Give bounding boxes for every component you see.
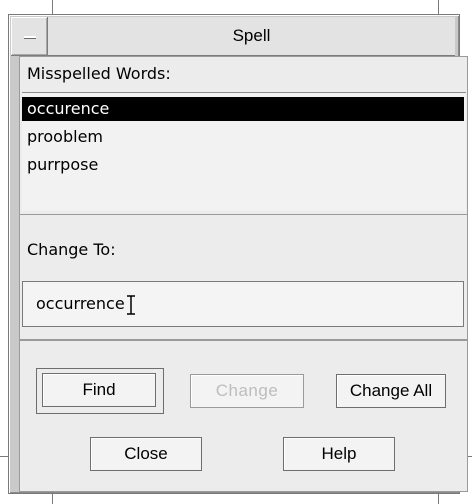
window-menu-button[interactable] (11, 17, 48, 55)
list-item[interactable]: prooblem (22, 125, 464, 149)
frame-corner-mark (438, 0, 439, 14)
frame-corner-mark (52, 492, 53, 504)
close-button[interactable]: Close (90, 437, 202, 471)
change-button[interactable]: Change (190, 374, 304, 408)
help-button[interactable]: Help (283, 437, 395, 471)
change-all-button[interactable]: Change All (336, 374, 446, 408)
misspelled-words-label: Misspelled Words: (27, 64, 171, 83)
find-button[interactable]: Find (42, 373, 156, 407)
frame-corner-mark (0, 456, 8, 457)
change-to-value: occurrence (36, 294, 125, 313)
change-to-label: Change To: (27, 240, 116, 259)
text-cursor-icon (126, 294, 135, 315)
buttons-section (19, 340, 468, 492)
list-item[interactable]: purrpose (22, 153, 464, 177)
window-menu-icon (24, 36, 36, 39)
frame-corner-mark (52, 0, 53, 14)
list-item-selected[interactable]: occurence (22, 97, 464, 121)
misspelled-words-list[interactable]: occurence prooblem purrpose (22, 92, 466, 211)
change-to-input[interactable]: occurrence (22, 281, 464, 327)
window-title: Spell (232, 26, 271, 45)
frame-corner-mark (438, 492, 439, 504)
